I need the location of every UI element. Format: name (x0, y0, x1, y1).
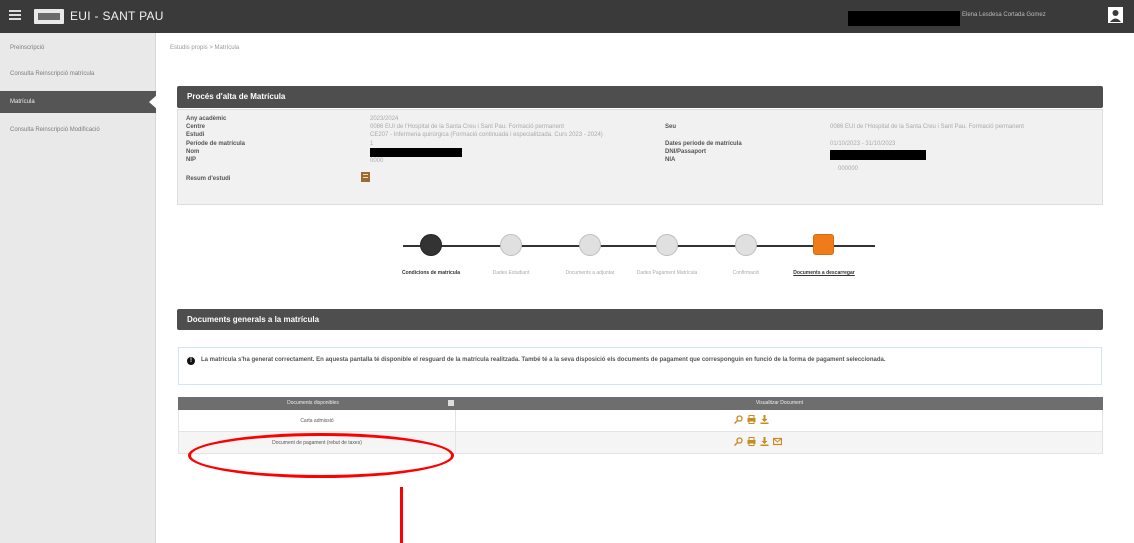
field-label: DNI/Passaport (665, 149, 707, 155)
documents-panel-title: Documents generals a la matrícula (177, 309, 1103, 330)
field-label: Període de matrícula (186, 141, 246, 147)
field-value: 0086 EUI de l'Hospital de la Santa Creu … (370, 124, 564, 130)
field-label: NIP (186, 157, 197, 163)
download-icon[interactable] (760, 437, 769, 446)
annotation-pointer-line (400, 487, 403, 543)
sidebar-item-consulta-modificacio[interactable]: Consulta Reinscripció Modificació (0, 119, 156, 141)
info-alert: ! La matrícula s'ha generat correctament… (178, 347, 1102, 385)
column-header-documents[interactable]: Documents disponibles (178, 397, 448, 410)
user-menu[interactable]: Elena Lesdesa Cortada Gomez (962, 12, 1046, 18)
field-value: 000000 (838, 166, 859, 172)
top-bar: EUI - SANT PAU Elena Lesdesa Cortada Gom… (0, 0, 1134, 33)
user-icon[interactable] (1108, 7, 1123, 23)
step-3-label: Documents a adjuntar (565, 270, 615, 276)
step-1-label: Condicions de matrícula (401, 270, 461, 276)
step-3-marker (579, 234, 601, 256)
field-value: 0000 (370, 158, 384, 164)
email-icon[interactable] (773, 437, 782, 446)
step-6-label: Documents a descarregar (793, 270, 855, 276)
field-label: Dates període de matrícula (665, 141, 742, 147)
view-icon[interactable] (734, 437, 743, 446)
field-value: 2023/2024 (370, 116, 399, 122)
row-actions (734, 415, 769, 427)
step-5-label: Confirmació (732, 270, 760, 276)
field-label: Estudi (186, 132, 205, 138)
annotation-ellipse (188, 433, 454, 478)
step-1-marker (420, 234, 442, 256)
sidebar-item-matricula[interactable]: Matrícula (0, 91, 157, 113)
row-actions (734, 437, 782, 449)
step-6-marker (813, 234, 834, 255)
redaction-box (370, 148, 462, 157)
step-4-label: Dades Pagament Matrícula (636, 270, 698, 276)
redaction-box (830, 150, 926, 160)
table-row: Carta admissió (178, 410, 1103, 432)
field-label: NIA (665, 157, 676, 163)
process-panel-title: Procés d'alta de Matrícula (177, 86, 1103, 108)
field-label: Any acadèmic (186, 116, 227, 122)
info-icon: ! (187, 357, 195, 365)
menu-icon[interactable] (9, 10, 21, 20)
app-root: EUI - SANT PAU Elena Lesdesa Cortada Gom… (0, 0, 1134, 543)
step-5-marker (735, 234, 757, 256)
breadcrumb[interactable]: Estudis propis > Matrícula (170, 45, 239, 51)
field-value: CE207 - Infermeria quirúrgica (Formació … (370, 132, 603, 138)
field-label: Resum d'estudi (186, 176, 231, 182)
step-2-marker (500, 234, 522, 256)
document-icon[interactable] (361, 172, 370, 182)
field-value: 01/10/2023 - 31/10/2023 (830, 141, 896, 147)
field-label: Seu (665, 124, 677, 130)
field-value: 1 (370, 141, 374, 147)
document-name: Carta admissió (179, 410, 456, 432)
step-2-label: Dades Estudiant (492, 270, 530, 276)
step-4-marker (656, 234, 678, 256)
column-resize-handle[interactable] (448, 400, 454, 406)
field-value: 0086 EUI de l'Hospital de la Santa Creu … (830, 124, 1024, 130)
app-title: EUI - SANT PAU (70, 9, 164, 23)
enrollment-info-box: Any acadèmic 2023/2024 Centre 0086 EUI d… (177, 109, 1103, 205)
logo-icon (34, 9, 64, 24)
sidebar-item-consulta-matricula[interactable]: Consulta Reinscripció matrícula (0, 63, 156, 85)
print-icon[interactable] (747, 437, 756, 446)
sidebar: Preinscripció Consulta Reinscripció matr… (0, 33, 157, 543)
view-icon[interactable] (734, 415, 743, 424)
column-header-view[interactable]: Visualitzar Document (456, 397, 1103, 410)
download-icon[interactable] (760, 415, 769, 424)
alert-text: La matrícula s'ha generat correctament. … (201, 357, 886, 363)
redaction-box (848, 11, 960, 26)
stepper-line (403, 245, 875, 247)
table-header: Documents disponibles Visualitzar Docume… (178, 397, 1103, 410)
print-icon[interactable] (747, 415, 756, 424)
field-label: Nom (186, 149, 200, 155)
field-label: Centre (186, 124, 206, 130)
sidebar-item-preinscripcio[interactable]: Preinscripció (0, 37, 156, 59)
